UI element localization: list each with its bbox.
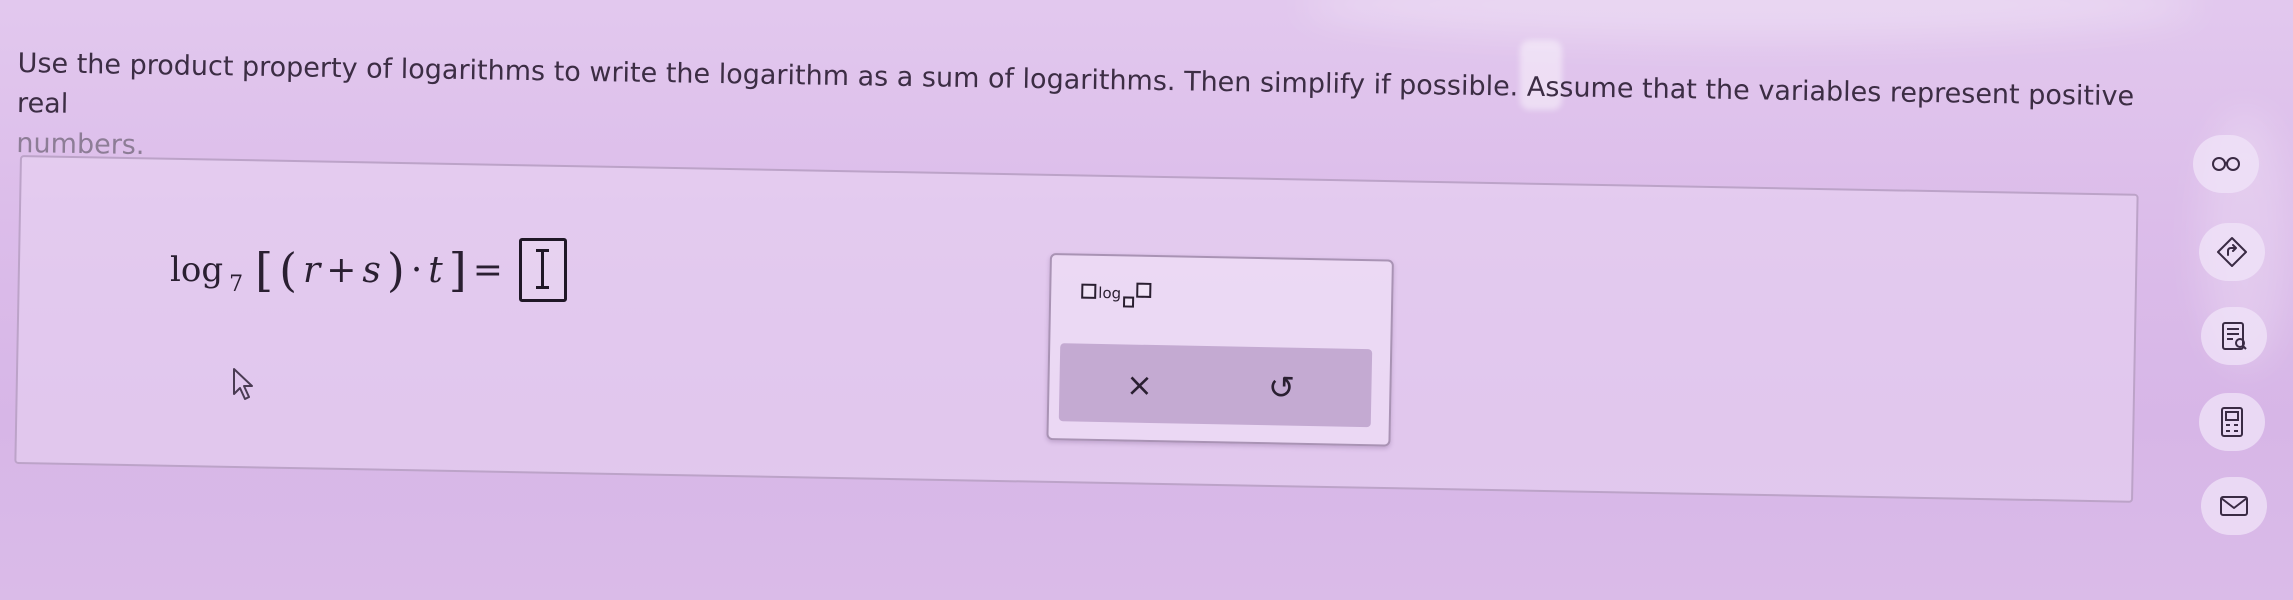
accessibility-tool-button[interactable] [2193,135,2259,193]
placeholder-box-icon [1122,296,1135,308]
question-text: Use the product property of logarithms t… [16,47,2135,120]
mouse-pointer-icon [233,368,253,400]
undo-button[interactable]: ↺ [1259,365,1304,410]
close-paren: ) [386,243,405,297]
answer-input[interactable] [518,238,567,302]
glasses-icon [2212,157,2240,171]
log-template-button[interactable]: log [1081,282,1152,308]
undo-icon: ↺ [1267,368,1296,407]
calculator-icon [2221,407,2243,437]
help-button[interactable] [2199,223,2265,281]
help-diamond-icon [2217,237,2247,267]
log-base: 7 [229,271,244,297]
log-symbol: log [170,250,224,290]
palette-action-bar: × ↺ [1058,343,1373,428]
variable-t: t [428,249,443,291]
equals-sign: = [472,249,503,291]
placeholder-box-icon [1136,282,1152,298]
equation: log 7 [ ( r + s ) · t ] = [170,238,567,302]
textbook-button[interactable] [2201,307,2267,365]
clear-button[interactable]: × [1117,362,1162,407]
open-paren: ( [279,243,298,297]
message-button[interactable] [2201,477,2267,535]
variable-s: s [362,249,381,291]
dot-operator: · [410,249,423,291]
screen: Use the product property of logarithms t… [0,0,2293,600]
textbook-icon [2222,322,2247,350]
open-bracket: [ [255,243,274,297]
close-bracket: ] [448,243,467,297]
log-template-label: log [1098,283,1122,303]
variable-r: r [303,249,321,291]
calculator-button[interactable] [2199,393,2265,451]
mail-icon [2220,496,2248,516]
screen-glare [1300,0,2200,40]
plus-sign: + [326,249,357,291]
close-icon: × [1125,365,1154,404]
text-cursor-icon [535,249,549,289]
math-palette: log × ↺ [1046,253,1394,447]
placeholder-box-icon [1081,283,1097,299]
